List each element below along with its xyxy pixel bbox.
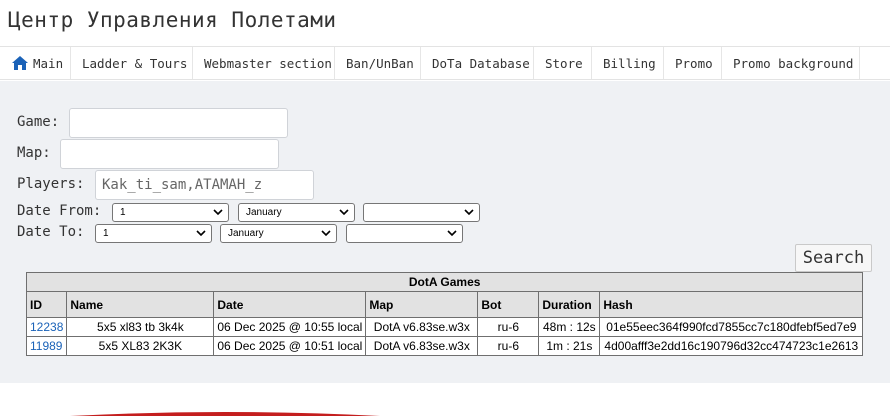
game-date-cell: 06 Dec 2025 @ 10:55 local: [213, 317, 367, 337]
nav-item-ban-unban[interactable]: Ban/UnBan: [335, 47, 421, 79]
date-from-day-select[interactable]: 1: [112, 203, 229, 222]
search-button[interactable]: Search: [795, 244, 872, 272]
nav-item-label: Main: [33, 55, 64, 71]
nav-item-dota-database[interactable]: DoTa Database: [421, 47, 534, 79]
column-header-name: Name: [66, 291, 215, 318]
map-input[interactable]: [60, 139, 279, 169]
chevron-down-icon: [196, 230, 206, 237]
game-id-link[interactable]: 11989: [30, 339, 62, 353]
chevron-down-icon: [464, 209, 474, 216]
date-from-month-select[interactable]: January: [238, 203, 355, 222]
game-duration-cell: 1m : 21s: [538, 336, 601, 356]
nav-item-label: DoTa Database: [432, 55, 530, 71]
table-caption: DotA Games: [25, 272, 864, 292]
game-map-cell: DotA v6.83se.w3x: [365, 317, 479, 337]
nav-item-label: Promo background: [733, 55, 854, 71]
game-bot-cell: ru-6: [477, 336, 540, 356]
game-id-link[interactable]: 12238: [30, 320, 63, 334]
nav-item-webmaster-section[interactable]: Webmaster section: [193, 47, 335, 79]
nav-item-label: Store: [545, 55, 583, 71]
game-hash-cell: 4d00afff3e2dd16c190796d32cc474723c1e2613: [599, 336, 864, 356]
select-value: 1: [103, 228, 109, 239]
nav-item-label: Promo: [675, 55, 713, 71]
game-map-cell: DotA v6.83se.w3x: [365, 336, 479, 356]
column-header-hash: Hash: [599, 291, 864, 318]
date-to-year-select[interactable]: [346, 224, 463, 243]
column-header-id: ID: [25, 291, 68, 318]
home-icon: [12, 56, 28, 70]
game-bot-cell: ru-6: [477, 317, 540, 337]
nav-item-billing[interactable]: Billing: [592, 47, 664, 79]
chevron-down-icon: [213, 209, 223, 216]
nav-item-ladder-tours[interactable]: Ladder & Tours: [71, 47, 193, 79]
players-input[interactable]: Kak_ti_sam,ATAMAH_z: [95, 170, 314, 200]
game-date-cell: 06 Dec 2025 @ 10:51 local: [213, 336, 367, 356]
date-to-month-select[interactable]: January: [220, 224, 337, 243]
table-row: 11989 5x5 XL83 2K3K 06 Dec 2025 @ 10:51 …: [25, 336, 864, 356]
chevron-down-icon: [447, 230, 457, 237]
dota-games-table: DotA Games ID Name Date Map Bot Duration…: [25, 272, 864, 356]
column-header-date: Date: [213, 291, 367, 318]
date-from-label: Date From:: [17, 203, 102, 219]
map-label: Map:: [17, 145, 51, 161]
table-row: 12238 5x5 xl83 tb 3k4k 06 Dec 2025 @ 10:…: [25, 317, 864, 337]
select-value: 1: [120, 207, 126, 218]
date-to-day-select[interactable]: 1: [95, 224, 212, 243]
nav-item-promo[interactable]: Promo: [664, 47, 722, 79]
chevron-down-icon: [339, 209, 349, 216]
nav-item-label: Ladder & Tours: [82, 55, 188, 71]
nav-item-store[interactable]: Store: [534, 47, 592, 79]
game-name-cell: 5x5 xl83 tb 3k4k: [66, 317, 215, 337]
column-header-map: Map: [365, 291, 479, 318]
date-to-label: Date To:: [17, 224, 85, 240]
game-id-cell[interactable]: 11989: [25, 336, 68, 356]
players-label: Players:: [17, 176, 85, 192]
game-input[interactable]: [69, 108, 288, 138]
column-header-duration: Duration: [538, 291, 601, 318]
select-value: January: [228, 228, 264, 239]
game-hash-cell: 01e55eec364f990fcd7855cc7c180dfebf5ed7e9: [599, 317, 864, 337]
chevron-down-icon: [321, 230, 331, 237]
game-id-cell[interactable]: 12238: [25, 317, 68, 337]
date-from-year-select[interactable]: [363, 203, 480, 222]
main-navbar: Main Ladder & Tours Webmaster section Ba…: [0, 46, 890, 80]
promo-banner-edge: [70, 412, 380, 416]
game-duration-cell: 48m : 12s: [538, 317, 601, 337]
game-label: Game:: [17, 114, 60, 130]
column-header-bot: Bot: [477, 291, 540, 318]
nav-item-label: Ban/UnBan: [346, 55, 414, 71]
nav-item-label: Webmaster section: [204, 55, 332, 71]
nav-item-label: Billing: [603, 55, 656, 71]
nav-item-main[interactable]: Main: [0, 47, 71, 79]
nav-item-promo-background[interactable]: Promo background: [722, 47, 860, 79]
game-name-cell: 5x5 XL83 2K3K: [66, 336, 215, 356]
select-value: January: [246, 207, 282, 218]
site-title: Центр Управления Полетами: [8, 8, 337, 32]
